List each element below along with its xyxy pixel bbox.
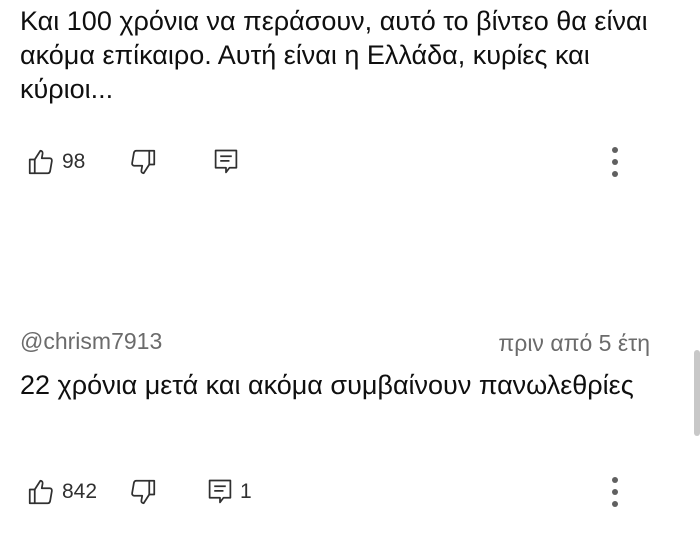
comment-reply-icon bbox=[206, 477, 234, 507]
scrollbar[interactable] bbox=[694, 350, 700, 436]
comment-timestamp: πριν από 5 έτη bbox=[498, 330, 650, 356]
more-vert-icon-dot bbox=[612, 501, 618, 507]
comment-text: 22 χρόνια μετά και ακόμα συμβαίνουν πανω… bbox=[20, 370, 634, 400]
like-count: 842 bbox=[62, 480, 98, 503]
comment-header: @chrism7913 πριν από 5 έτη bbox=[0, 318, 700, 358]
more-options-button[interactable] bbox=[608, 142, 622, 182]
thumb-up-icon bbox=[26, 477, 56, 507]
reply-button[interactable]: 1 bbox=[206, 472, 252, 512]
reply-count: 1 bbox=[240, 480, 252, 503]
like-button[interactable]: 98 bbox=[26, 142, 85, 182]
more-vert-icon-dot bbox=[612, 159, 618, 165]
comment-text: Και 100 χρόνια να περάσουν, αυτό το βίντ… bbox=[20, 6, 648, 104]
more-vert-icon-dot bbox=[612, 171, 618, 177]
thumb-up-icon bbox=[26, 147, 56, 177]
dislike-button[interactable] bbox=[128, 472, 158, 512]
like-button[interactable]: 842 bbox=[26, 472, 97, 512]
more-vert-icon-dot bbox=[612, 489, 618, 495]
comment-actions: 98 bbox=[0, 142, 700, 182]
more-vert-icon-dot bbox=[612, 147, 618, 153]
comment-author[interactable]: @chrism7913 bbox=[20, 328, 162, 355]
more-options-button[interactable] bbox=[608, 472, 622, 512]
more-vert-icon-dot bbox=[612, 477, 618, 483]
reply-button[interactable] bbox=[212, 142, 240, 182]
like-count: 98 bbox=[62, 150, 86, 173]
comment-reply-icon bbox=[212, 147, 240, 177]
thumb-down-icon bbox=[128, 147, 158, 177]
thumb-down-icon bbox=[128, 477, 158, 507]
comment-actions: 842 1 bbox=[0, 472, 700, 512]
dislike-button[interactable] bbox=[128, 142, 158, 182]
comment-item: @chrism7913 πριν από 5 έτη 22 χρόνια μετ… bbox=[0, 318, 700, 507]
